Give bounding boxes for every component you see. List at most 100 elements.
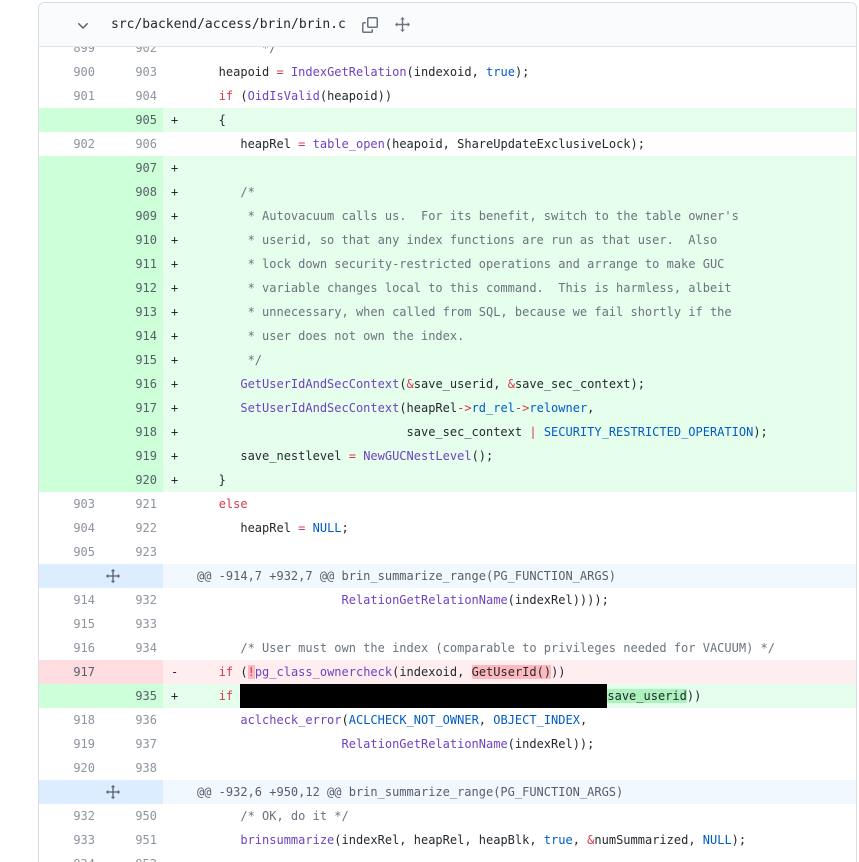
new-line-number[interactable]: 911 xyxy=(101,252,163,276)
old-line-number[interactable]: 916 xyxy=(39,636,101,660)
new-line-number[interactable]: 906 xyxy=(101,132,163,156)
diff-row: 900903 heapoid = IndexGetRelation(indexo… xyxy=(39,60,856,84)
new-line-number[interactable]: 922 xyxy=(101,516,163,540)
new-line-number[interactable]: 950 xyxy=(101,804,163,828)
code-line: + /* xyxy=(163,180,856,204)
new-line-number[interactable]: 915 xyxy=(101,348,163,372)
new-line-number[interactable]: 920 xyxy=(101,468,163,492)
old-line-number[interactable]: 914 xyxy=(39,588,101,612)
old-line-number[interactable]: 917 xyxy=(39,660,101,684)
code-line: heapRel = table_open(heapoid, ShareUpdat… xyxy=(163,132,856,156)
expand-hunk-button[interactable] xyxy=(39,564,163,588)
old-line-number[interactable]: 919 xyxy=(39,732,101,756)
old-line-number[interactable]: 933 xyxy=(39,828,101,852)
old-line-number[interactable]: 934 xyxy=(39,852,101,862)
code-line: aclcheck_error(ACLCHECK_NOT_OWNER, OBJEC… xyxy=(163,708,856,732)
new-line-number[interactable]: 916 xyxy=(101,372,163,396)
diff-row: 901904 if (OidIsValid(heapoid)) xyxy=(39,84,856,108)
old-line-number[interactable] xyxy=(39,420,101,444)
diff-row: 914+ * user does not own the index. xyxy=(39,324,856,348)
new-line-number[interactable]: 904 xyxy=(101,84,163,108)
new-line-number[interactable]: 952 xyxy=(101,852,163,862)
new-line-number[interactable]: 903 xyxy=(101,60,163,84)
old-line-number[interactable] xyxy=(39,372,101,396)
new-line-number[interactable]: 919 xyxy=(101,444,163,468)
diff-row: 910+ * userid, so that any index functio… xyxy=(39,228,856,252)
new-line-number[interactable]: 923 xyxy=(101,540,163,564)
new-line-number[interactable]: 918 xyxy=(101,420,163,444)
new-line-number[interactable]: 912 xyxy=(101,276,163,300)
new-line-number[interactable]: 932 xyxy=(101,588,163,612)
old-line-number[interactable]: 900 xyxy=(39,60,101,84)
old-line-number[interactable] xyxy=(39,396,101,420)
old-line-number[interactable]: 899 xyxy=(39,47,101,60)
new-line-number[interactable]: 902 xyxy=(101,47,163,60)
old-line-number[interactable] xyxy=(39,204,101,228)
code-line: RelationGetRelationName(indexRel)); xyxy=(163,732,856,756)
old-line-number[interactable]: 920 xyxy=(39,756,101,780)
new-line-number[interactable]: 905 xyxy=(101,108,163,132)
new-line-number[interactable]: 907 xyxy=(101,156,163,180)
new-line-number[interactable]: 951 xyxy=(101,828,163,852)
old-line-number[interactable] xyxy=(39,156,101,180)
new-line-number[interactable]: 909 xyxy=(101,204,163,228)
old-line-number[interactable] xyxy=(39,468,101,492)
new-line-number[interactable]: 933 xyxy=(101,612,163,636)
new-line-number[interactable]: 913 xyxy=(101,300,163,324)
code-line xyxy=(163,852,856,862)
old-line-number[interactable] xyxy=(39,444,101,468)
new-line-number[interactable]: 917 xyxy=(101,396,163,420)
old-line-number[interactable] xyxy=(39,684,101,708)
expand-hunk-button[interactable] xyxy=(39,780,163,804)
code-line: heapRel = NULL; xyxy=(163,516,856,540)
old-line-number[interactable] xyxy=(39,324,101,348)
old-line-number[interactable]: 902 xyxy=(39,132,101,156)
diff-row: 904922 heapRel = NULL; xyxy=(39,516,856,540)
diff-row: 920+ } xyxy=(39,468,856,492)
old-line-number[interactable] xyxy=(39,252,101,276)
new-line-number[interactable]: 938 xyxy=(101,756,163,780)
old-line-number[interactable]: 905 xyxy=(39,540,101,564)
new-line-number[interactable]: 937 xyxy=(101,732,163,756)
new-line-number[interactable] xyxy=(101,660,163,684)
diff-row: 915+ */ xyxy=(39,348,856,372)
code-line: if (OidIsValid(heapoid)) xyxy=(163,84,856,108)
old-line-number[interactable] xyxy=(39,300,101,324)
old-line-number[interactable]: 901 xyxy=(39,84,101,108)
old-line-number[interactable] xyxy=(39,108,101,132)
code-line: heapoid = IndexGetRelation(indexoid, tru… xyxy=(163,60,856,84)
code-line: + xyxy=(163,156,856,180)
old-line-number[interactable]: 915 xyxy=(39,612,101,636)
code-line: + * userid, so that any index functions … xyxy=(163,228,856,252)
code-line: + save_nestlevel = NewGUCNestLevel(); xyxy=(163,444,856,468)
old-line-number[interactable]: 904 xyxy=(39,516,101,540)
diff-row: 935+ if save_userid)) xyxy=(39,684,856,708)
code-line: /* User must own the index (comparable t… xyxy=(163,636,856,660)
old-line-number[interactable] xyxy=(39,180,101,204)
new-line-number[interactable]: 910 xyxy=(101,228,163,252)
new-line-number[interactable]: 936 xyxy=(101,708,163,732)
old-line-number[interactable]: 918 xyxy=(39,708,101,732)
new-line-number[interactable]: 908 xyxy=(101,180,163,204)
diff-row: 912+ * variable changes local to this co… xyxy=(39,276,856,300)
new-line-number[interactable]: 935 xyxy=(101,684,163,708)
copy-icon[interactable] xyxy=(362,17,378,33)
code-line: + * variable changes local to this comma… xyxy=(163,276,856,300)
old-line-number[interactable] xyxy=(39,276,101,300)
old-line-number[interactable] xyxy=(39,228,101,252)
diff-row: 917- if (!pg_class_ownercheck(indexoid, … xyxy=(39,660,856,684)
new-line-number[interactable]: 934 xyxy=(101,636,163,660)
diff-row: 913+ * unnecessary, when called from SQL… xyxy=(39,300,856,324)
new-line-number[interactable]: 914 xyxy=(101,324,163,348)
old-line-number[interactable] xyxy=(39,348,101,372)
old-line-number[interactable]: 932 xyxy=(39,804,101,828)
code-line: else xyxy=(163,492,856,516)
diff-row: 916+ GetUserIdAndSecContext(&save_userid… xyxy=(39,372,856,396)
code-line xyxy=(163,756,856,780)
diff-row: 907+ xyxy=(39,156,856,180)
file-path[interactable]: src/backend/access/brin/brin.c xyxy=(111,17,346,32)
chevron-down-icon[interactable] xyxy=(75,17,91,33)
move-icon[interactable] xyxy=(395,17,410,32)
new-line-number[interactable]: 921 xyxy=(101,492,163,516)
old-line-number[interactable]: 903 xyxy=(39,492,101,516)
